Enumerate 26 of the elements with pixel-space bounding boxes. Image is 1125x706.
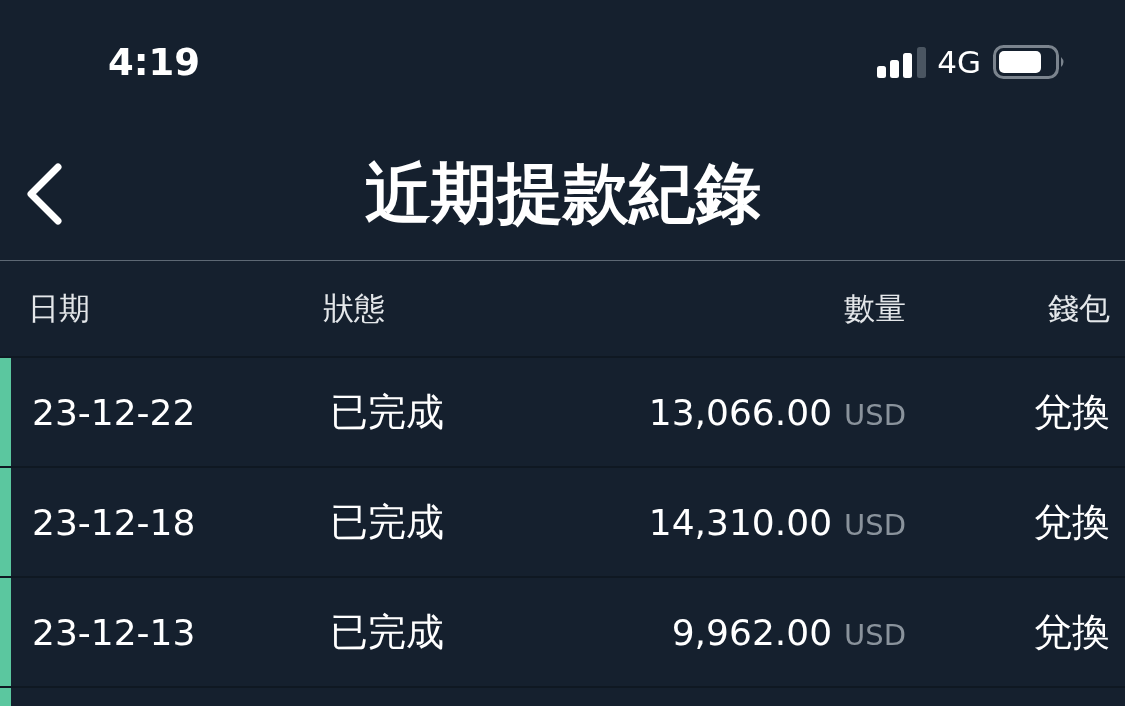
status-cell: 已完成 (330, 389, 444, 434)
page-title: 近期提款紀錄 (364, 154, 761, 234)
currency-label: USD (844, 617, 906, 652)
status-cell: 已完成 (330, 499, 444, 544)
column-header: 日期 (28, 289, 90, 326)
amount-cell: 9,962.00 (671, 611, 833, 653)
column-header: 數量 (844, 289, 906, 326)
date-cell: 23-12-22 (32, 391, 196, 433)
network-label: 4G (937, 44, 981, 80)
column-header: 錢包 (1048, 289, 1110, 326)
status-time: 4:19 (108, 40, 201, 84)
signal-icon (877, 46, 928, 78)
date-cell: 23-12-13 (32, 611, 196, 653)
date-cell: 23-12-18 (32, 501, 196, 543)
currency-label: USD (844, 507, 906, 542)
wallet-cell: 兌換 (1034, 609, 1110, 654)
back-button[interactable] (25, 163, 63, 225)
battery-icon (993, 45, 1066, 79)
wallet-cell: 兌換 (1034, 499, 1110, 544)
status-cell: 已完成 (330, 609, 444, 654)
amount-cell: 13,066.00 (648, 391, 833, 433)
column-header: 狀態 (323, 289, 385, 326)
wallet-cell: 兌換 (1034, 389, 1110, 434)
chevron-left-icon (25, 163, 63, 225)
currency-label: USD (844, 397, 906, 432)
amount-cell: 14,310.00 (648, 501, 833, 543)
